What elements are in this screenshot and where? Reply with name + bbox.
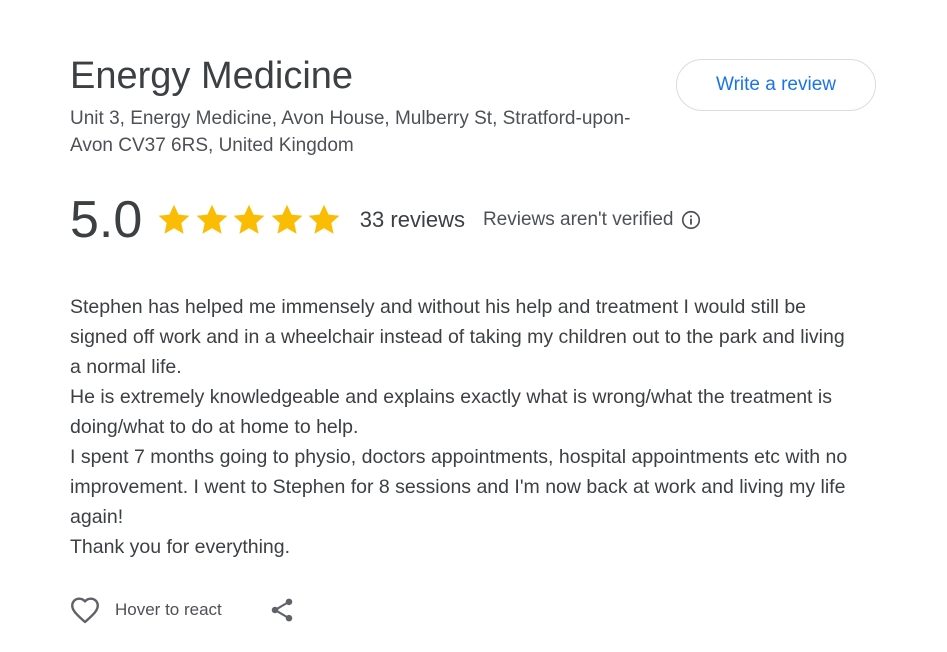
business-address: Unit 3, Energy Medicine, Avon House, Mul… — [70, 108, 631, 156]
star-icon — [196, 204, 228, 234]
review-paragraph: I spent 7 months going to physio, doctor… — [70, 446, 848, 528]
review-paragraph: Stephen has helped me immensely and with… — [70, 296, 845, 378]
review-paragraph: He is extremely knowledgeable and explai… — [70, 386, 832, 438]
review-paragraph: Thank you for everything. — [70, 536, 291, 558]
star-icon — [158, 204, 190, 234]
review-actions: Hover to react — [68, 591, 296, 629]
review-text: Stephen has helped me immensely and with… — [70, 292, 860, 562]
star-icon — [308, 204, 340, 234]
business-name: Energy Medicine — [70, 55, 354, 97]
rating-summary: 5.0 33 reviews Reviews aren't verified — [70, 190, 702, 250]
heart-icon[interactable] — [68, 593, 102, 627]
share-icon[interactable] — [268, 596, 296, 624]
star-rating — [156, 202, 344, 238]
review-count[interactable]: 33 reviews — [360, 207, 465, 233]
write-review-button[interactable]: Write a review — [676, 59, 876, 111]
verification-note: Reviews aren't verified — [483, 209, 702, 231]
rating-value: 5.0 — [70, 191, 143, 249]
react-label[interactable]: Hover to react — [115, 600, 222, 620]
star-icon — [271, 204, 303, 234]
info-icon[interactable] — [680, 209, 702, 231]
verification-note-label: Reviews aren't verified — [482, 209, 674, 230]
star-icon — [233, 204, 265, 234]
react-button[interactable]: Hover to react — [68, 593, 222, 627]
